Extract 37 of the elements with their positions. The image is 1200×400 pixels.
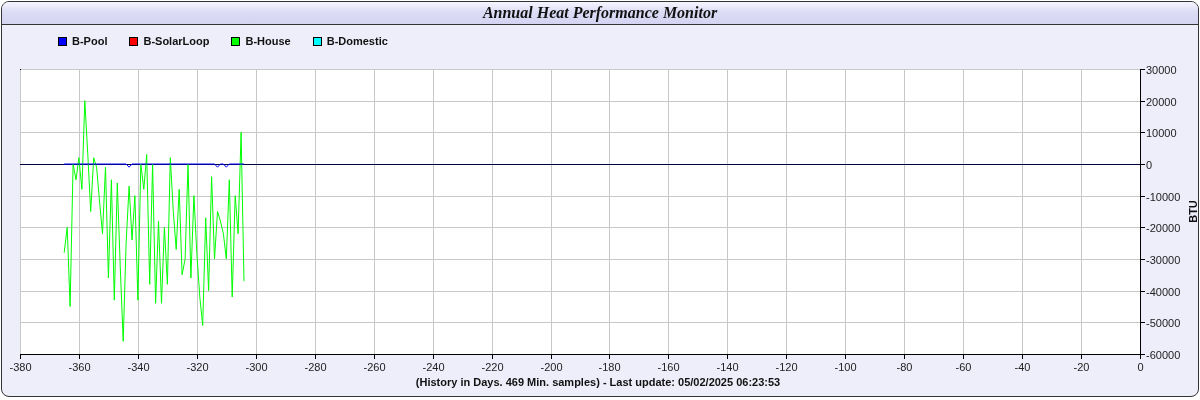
x-tick-label: -60 [955,361,972,373]
x-tick-label: -260 [363,361,386,373]
x-tick-label: -160 [657,361,680,373]
x-tick-label: -240 [422,361,445,373]
y-tick-label: -10000 [1146,190,1181,203]
y-tick-label: 20000 [1146,95,1177,108]
legend-label: B-Pool [72,35,108,47]
x-tick-label: -360 [68,361,91,373]
y-tick-label: 10000 [1146,126,1177,139]
y-tick-label: 30000 [1146,63,1177,76]
legend-label: B-Domestic [326,35,388,47]
x-tick-label: -20 [1073,361,1090,373]
y-tick-label: -50000 [1146,316,1181,329]
y-axis-title: BTU [1187,200,1198,223]
x-tick-label: -340 [127,361,150,373]
y-tick-label: -30000 [1146,253,1181,266]
x-tick-label: -80 [896,361,913,373]
y-tick-label: -60000 [1146,348,1181,361]
x-axis-title: (History in Days. 469 Min. samples) - Last update: 05/02/2025 06:23:53 [415,376,781,388]
x-tick-label: -300 [245,361,268,373]
x-tick-label: -200 [540,361,563,373]
y-tick-label: -20000 [1146,221,1181,234]
y-tick-label: -40000 [1146,285,1181,298]
y-tick-label: 0 [1146,158,1153,171]
x-tick-label: -100 [834,361,857,373]
x-tick-label: -380 [9,361,32,373]
x-tick-label: -140 [716,361,739,373]
legend-label: B-SolarLoop [143,35,210,47]
legend-label: B-House [245,35,291,47]
x-tick-label: -180 [598,361,621,373]
x-tick-label: -120 [775,361,798,373]
x-tick-label: -40 [1014,361,1031,373]
x-tick-label: -320 [186,361,209,373]
panel-title: Annual Heat Performance Monitor [482,4,718,22]
x-tick-label: -280 [304,361,327,373]
x-tick-label: -220 [481,361,504,373]
x-tick-label: 0 [1137,361,1144,373]
